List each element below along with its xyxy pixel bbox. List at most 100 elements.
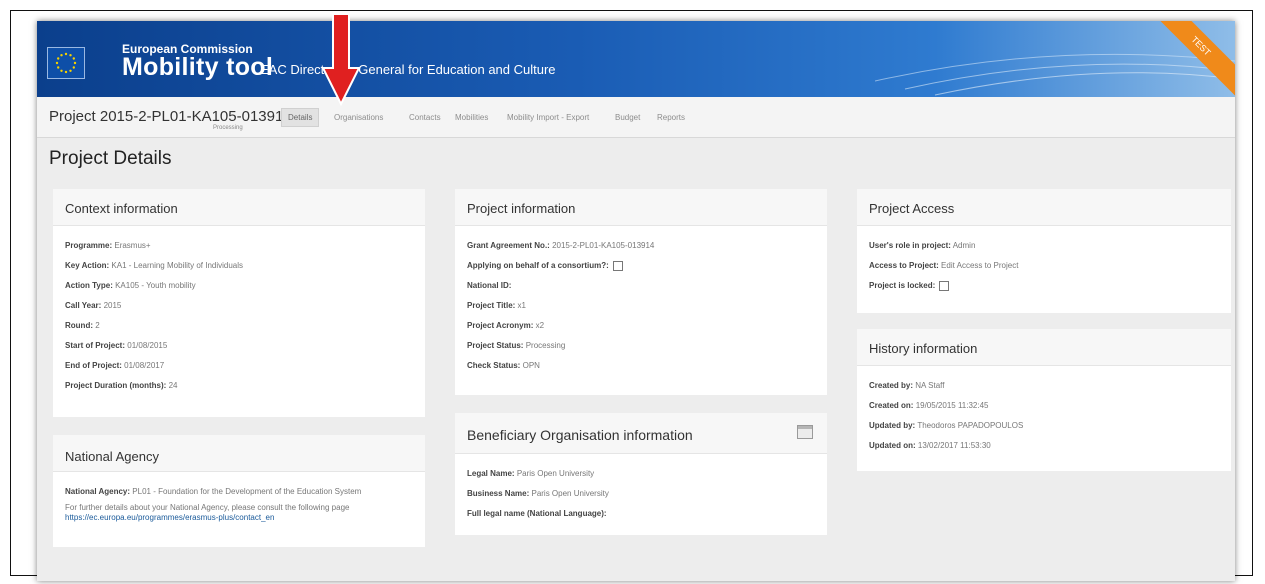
beneficiary-body: Legal Name: Paris Open University Busine… bbox=[455, 454, 827, 534]
project-info-header: Project information bbox=[455, 189, 827, 226]
field-value: NA Staff bbox=[915, 381, 945, 390]
project-info-title: Project information bbox=[467, 201, 576, 216]
national-agency-note: For further details about your National … bbox=[65, 503, 350, 512]
context-panel-header: Context information bbox=[53, 189, 425, 226]
project-access-panel: Project Access User's role in project: A… bbox=[857, 189, 1231, 313]
field-label: Created by: bbox=[869, 381, 914, 390]
project-information-panel: Project information Grant Agreement No.:… bbox=[455, 189, 827, 395]
field-label: Check Status: bbox=[467, 361, 521, 370]
context-row-end: End of Project: 01/08/2017 bbox=[65, 356, 413, 376]
field-label: Call Year: bbox=[65, 301, 102, 310]
field-value: x1 bbox=[517, 301, 526, 310]
tab-mobilities[interactable]: Mobilities bbox=[455, 113, 488, 122]
field-value: Erasmus+ bbox=[114, 241, 151, 250]
context-row-call-year: Call Year: 2015 bbox=[65, 296, 413, 316]
field-value: Paris Open University bbox=[531, 489, 609, 498]
app-title: Mobility tool bbox=[122, 53, 274, 81]
project-nav-bar: Project 2015-2-PL01-KA105-013914 Process… bbox=[37, 97, 1235, 138]
field-label: Updated by: bbox=[869, 421, 916, 430]
tab-budget[interactable]: Budget bbox=[615, 113, 640, 122]
tab-reports[interactable]: Reports bbox=[657, 113, 685, 122]
mobility-tool-app: European Commission Mobility tool EAC Di… bbox=[37, 21, 1235, 581]
field-label: Key Action: bbox=[65, 261, 110, 270]
field-label: Project Acronym: bbox=[467, 321, 534, 330]
context-row-round: Round: 2 bbox=[65, 316, 413, 336]
app-header: European Commission Mobility tool EAC Di… bbox=[37, 21, 1235, 97]
history-row-created-on: Created on: 19/05/2015 11:32:45 bbox=[869, 396, 1219, 416]
field-label: Full legal name (National Language): bbox=[467, 509, 607, 518]
eu-flag-logo bbox=[47, 47, 85, 79]
field-label: Project Duration (months): bbox=[65, 381, 167, 390]
field-value: Edit Access to Project bbox=[941, 261, 1019, 270]
beneficiary-row-legal-name: Legal Name: Paris Open University bbox=[467, 464, 815, 484]
national-agency-title: National Agency bbox=[65, 449, 159, 464]
project-access-header: Project Access bbox=[857, 189, 1231, 226]
project-status-sub: Processing bbox=[213, 125, 243, 131]
national-agency-header: National Agency bbox=[53, 435, 425, 472]
tab-mobility-import-export[interactable]: Mobility Import - Export bbox=[507, 113, 589, 122]
field-label: Programme: bbox=[65, 241, 113, 250]
history-row-updated-by: Updated by: Theodoros PAPADOPOULOS bbox=[869, 416, 1219, 436]
national-agency-link[interactable]: https://ec.europa.eu/programmes/erasmus-… bbox=[65, 513, 413, 522]
context-row-programme: Programme: Erasmus+ bbox=[65, 236, 413, 256]
field-value: 24 bbox=[168, 381, 178, 390]
field-label: End of Project: bbox=[65, 361, 122, 370]
field-label: National ID: bbox=[467, 281, 512, 290]
context-information-panel: Context information Programme: Erasmus+ … bbox=[53, 189, 425, 417]
beneficiary-title: Beneficiary Organisation information bbox=[467, 427, 693, 443]
field-value: PL01 - Foundation for the Development of… bbox=[132, 487, 362, 496]
context-row-start: Start of Project: 01/08/2015 bbox=[65, 336, 413, 356]
field-label: User's role in project: bbox=[869, 241, 951, 250]
field-value: 2015-2-PL01-KA105-013914 bbox=[552, 241, 655, 250]
beneficiary-organisation-panel: Beneficiary Organisation information Leg… bbox=[455, 413, 827, 535]
project-row-acronym: Project Acronym: x2 bbox=[467, 316, 815, 336]
access-row-access: Access to Project: Edit Access to Projec… bbox=[869, 256, 1219, 276]
history-row-updated-on: Updated on: 13/02/2017 11:53:30 bbox=[869, 436, 1219, 456]
tab-organisations[interactable]: Organisations bbox=[334, 113, 383, 122]
beneficiary-row-full-legal-name: Full legal name (National Language): bbox=[467, 504, 815, 524]
project-row-title: Project Title: x1 bbox=[467, 296, 815, 316]
access-row-role: User's role in project: Admin bbox=[869, 236, 1219, 256]
dg-title: EAC Directorate-General for Education an… bbox=[260, 62, 556, 77]
field-value: OPN bbox=[522, 361, 540, 370]
history-information-panel: History information Created by: NA Staff… bbox=[857, 329, 1231, 471]
tab-details[interactable]: Details bbox=[281, 108, 320, 127]
field-label: Updated on: bbox=[869, 441, 916, 450]
field-label: Access to Project: bbox=[869, 261, 939, 270]
field-value: Paris Open University bbox=[516, 469, 595, 478]
field-value: Processing bbox=[525, 341, 566, 350]
page-title: Project Details bbox=[49, 148, 172, 169]
context-row-duration: Project Duration (months): 24 bbox=[65, 376, 413, 396]
project-row-national-id: National ID: bbox=[467, 276, 815, 296]
field-label: Created on: bbox=[869, 401, 914, 410]
field-label: Start of Project: bbox=[65, 341, 126, 350]
national-agency-row: National Agency: PL01 - Foundation for t… bbox=[65, 482, 413, 502]
history-header: History information bbox=[857, 329, 1231, 366]
access-row-locked: Project is locked: bbox=[869, 276, 1219, 296]
project-access-body: User's role in project: Admin Access to … bbox=[857, 226, 1231, 306]
project-row-check-status: Check Status: OPN bbox=[467, 356, 815, 376]
red-down-arrow-icon bbox=[321, 13, 361, 107]
consortium-checkbox[interactable] bbox=[613, 260, 624, 271]
field-value: Theodoros PAPADOPOULOS bbox=[917, 421, 1024, 430]
field-label: Action Type: bbox=[65, 281, 113, 290]
context-row-action-type: Action Type: KA105 - Youth mobility bbox=[65, 276, 413, 296]
field-value: KA1 - Learning Mobility of Individuals bbox=[111, 261, 244, 270]
project-access-title: Project Access bbox=[869, 201, 955, 216]
national-agency-panel: National Agency National Agency: PL01 - … bbox=[53, 435, 425, 547]
calendar-icon[interactable] bbox=[797, 425, 813, 439]
field-label: Business Name: bbox=[467, 489, 530, 498]
field-value: x2 bbox=[535, 321, 545, 330]
history-row-created-by: Created by: NA Staff bbox=[869, 376, 1219, 396]
tab-contacts[interactable]: Contacts bbox=[409, 113, 441, 122]
field-value: KA105 - Youth mobility bbox=[115, 281, 196, 290]
project-code: Project 2015-2-PL01-KA105-013914 bbox=[49, 108, 292, 125]
history-body: Created by: NA Staff Created on: 19/05/2… bbox=[857, 366, 1231, 466]
beneficiary-header: Beneficiary Organisation information bbox=[455, 413, 827, 454]
project-locked-checkbox[interactable] bbox=[939, 280, 950, 291]
history-title: History information bbox=[869, 341, 978, 356]
field-value: 01/08/2017 bbox=[124, 361, 165, 370]
field-label: Grant Agreement No.: bbox=[467, 241, 550, 250]
beneficiary-row-business-name: Business Name: Paris Open University bbox=[467, 484, 815, 504]
field-value: Admin bbox=[952, 241, 976, 250]
